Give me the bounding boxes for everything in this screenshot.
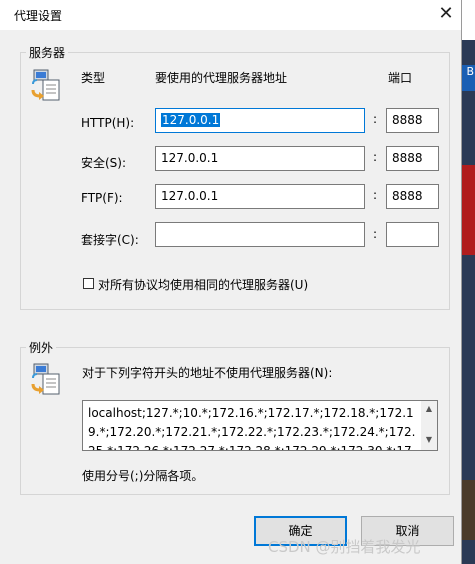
watermark: CSDN @别挡着我发光: [268, 538, 421, 556]
port-separator: :: [373, 188, 378, 202]
port-separator: :: [373, 227, 378, 241]
socks-address-input[interactable]: [155, 222, 365, 247]
background-banner: [462, 480, 475, 540]
socks-port-input[interactable]: [386, 222, 439, 247]
servers-group: [20, 52, 450, 310]
port-separator: :: [373, 150, 378, 164]
http-address-value: 127.0.0.1: [161, 113, 221, 127]
ftp-address-input[interactable]: 127.0.0.1: [155, 184, 365, 209]
proxy-settings-dialog: 代理设置 ✕ 服务器 类型 要使用的代理服务器地址 端口 HTTP(H): 12…: [0, 0, 462, 564]
scroll-down-icon[interactable]: ▼: [421, 435, 437, 447]
socks-label: 套接字(C):: [81, 233, 139, 247]
exceptions-hint: 使用分号(;)分隔各项。: [82, 469, 204, 483]
http-label: HTTP(H):: [81, 116, 135, 130]
type-column-header: 类型: [81, 71, 106, 85]
exceptions-group-label: 例外: [26, 339, 57, 356]
port-separator: :: [373, 112, 378, 126]
network-exceptions-icon: [31, 363, 60, 395]
http-port-input[interactable]: 8888: [386, 108, 439, 133]
title-bar: 代理设置 ✕: [0, 0, 461, 30]
exceptions-list-input[interactable]: localhost;127.*;10.*;172.16.*;172.17.*;1…: [82, 400, 438, 451]
secure-address-input[interactable]: 127.0.0.1: [155, 146, 365, 171]
secure-label: 安全(S):: [81, 156, 127, 170]
secure-port-input[interactable]: 8888: [386, 146, 439, 171]
ftp-port-input[interactable]: 8888: [386, 184, 439, 209]
close-icon[interactable]: ✕: [434, 3, 458, 25]
scroll-up-icon[interactable]: ▲: [421, 404, 437, 416]
background-badge: B: [462, 65, 475, 91]
background-window: B: [462, 40, 475, 564]
network-server-icon: [31, 69, 60, 101]
exceptions-scrollbar[interactable]: ▲ ▼: [421, 401, 437, 450]
same-proxy-checkbox[interactable]: [83, 278, 94, 289]
servers-group-label: 服务器: [26, 44, 69, 61]
dialog-title: 代理设置: [14, 9, 63, 23]
http-address-input[interactable]: 127.0.0.1: [155, 108, 365, 133]
address-column-header: 要使用的代理服务器地址: [155, 71, 288, 85]
ftp-label: FTP(F):: [81, 191, 123, 205]
port-column-header: 端口: [388, 71, 413, 85]
exceptions-description: 对于下列字符开头的地址不使用代理服务器(N):: [82, 366, 333, 380]
exceptions-list-value: localhost;127.*;10.*;172.16.*;172.17.*;1…: [88, 406, 416, 450]
background-banner: [462, 165, 475, 255]
same-proxy-label[interactable]: 对所有协议均使用相同的代理服务器(U): [98, 276, 308, 293]
